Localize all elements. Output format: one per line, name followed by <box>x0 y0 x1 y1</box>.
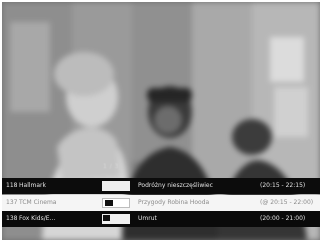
channel-name: Fox Kids/E... <box>19 215 56 222</box>
channel-row[interactable]: 138 Fox Kids/E... Umrut (20:00 - 21:00) <box>2 211 320 227</box>
channel-number: 137 <box>6 199 18 206</box>
channel-thumbnail <box>102 198 130 208</box>
program-title: Przygody Robina Hooda <box>138 199 210 206</box>
channel-thumbnail <box>102 181 130 191</box>
channel-row[interactable]: 118 Hallmark Podróżny nieszczęśliwiec (2… <box>2 178 320 194</box>
program-title: Podróżny nieszczęśliwiec <box>138 182 213 189</box>
channel-number: 138 <box>6 215 18 222</box>
channel-thumbnail <box>102 214 130 224</box>
program-time: (20:00 - 21:00) <box>260 215 306 222</box>
page-counter: 1 / 3 <box>103 163 119 170</box>
channel-row-selected[interactable]: 137 TCM Cinema Przygody Robina Hooda (@ … <box>2 195 320 211</box>
channel-list-osd: 118 Hallmark Podróżny nieszczęśliwiec (2… <box>2 171 320 240</box>
program-time: (20:15 - 22:15) <box>260 182 306 189</box>
tv-screen: 1 / 3 118 Hallmark Podróżny nieszczęśliw… <box>2 2 320 240</box>
channel-name: TCM Cinema <box>19 199 57 206</box>
channel-name: Hallmark <box>19 182 46 189</box>
program-title: Umrut <box>138 215 157 222</box>
program-time: (@ 20:15 - 22:00) <box>260 199 314 206</box>
channel-number: 118 <box>6 182 18 189</box>
